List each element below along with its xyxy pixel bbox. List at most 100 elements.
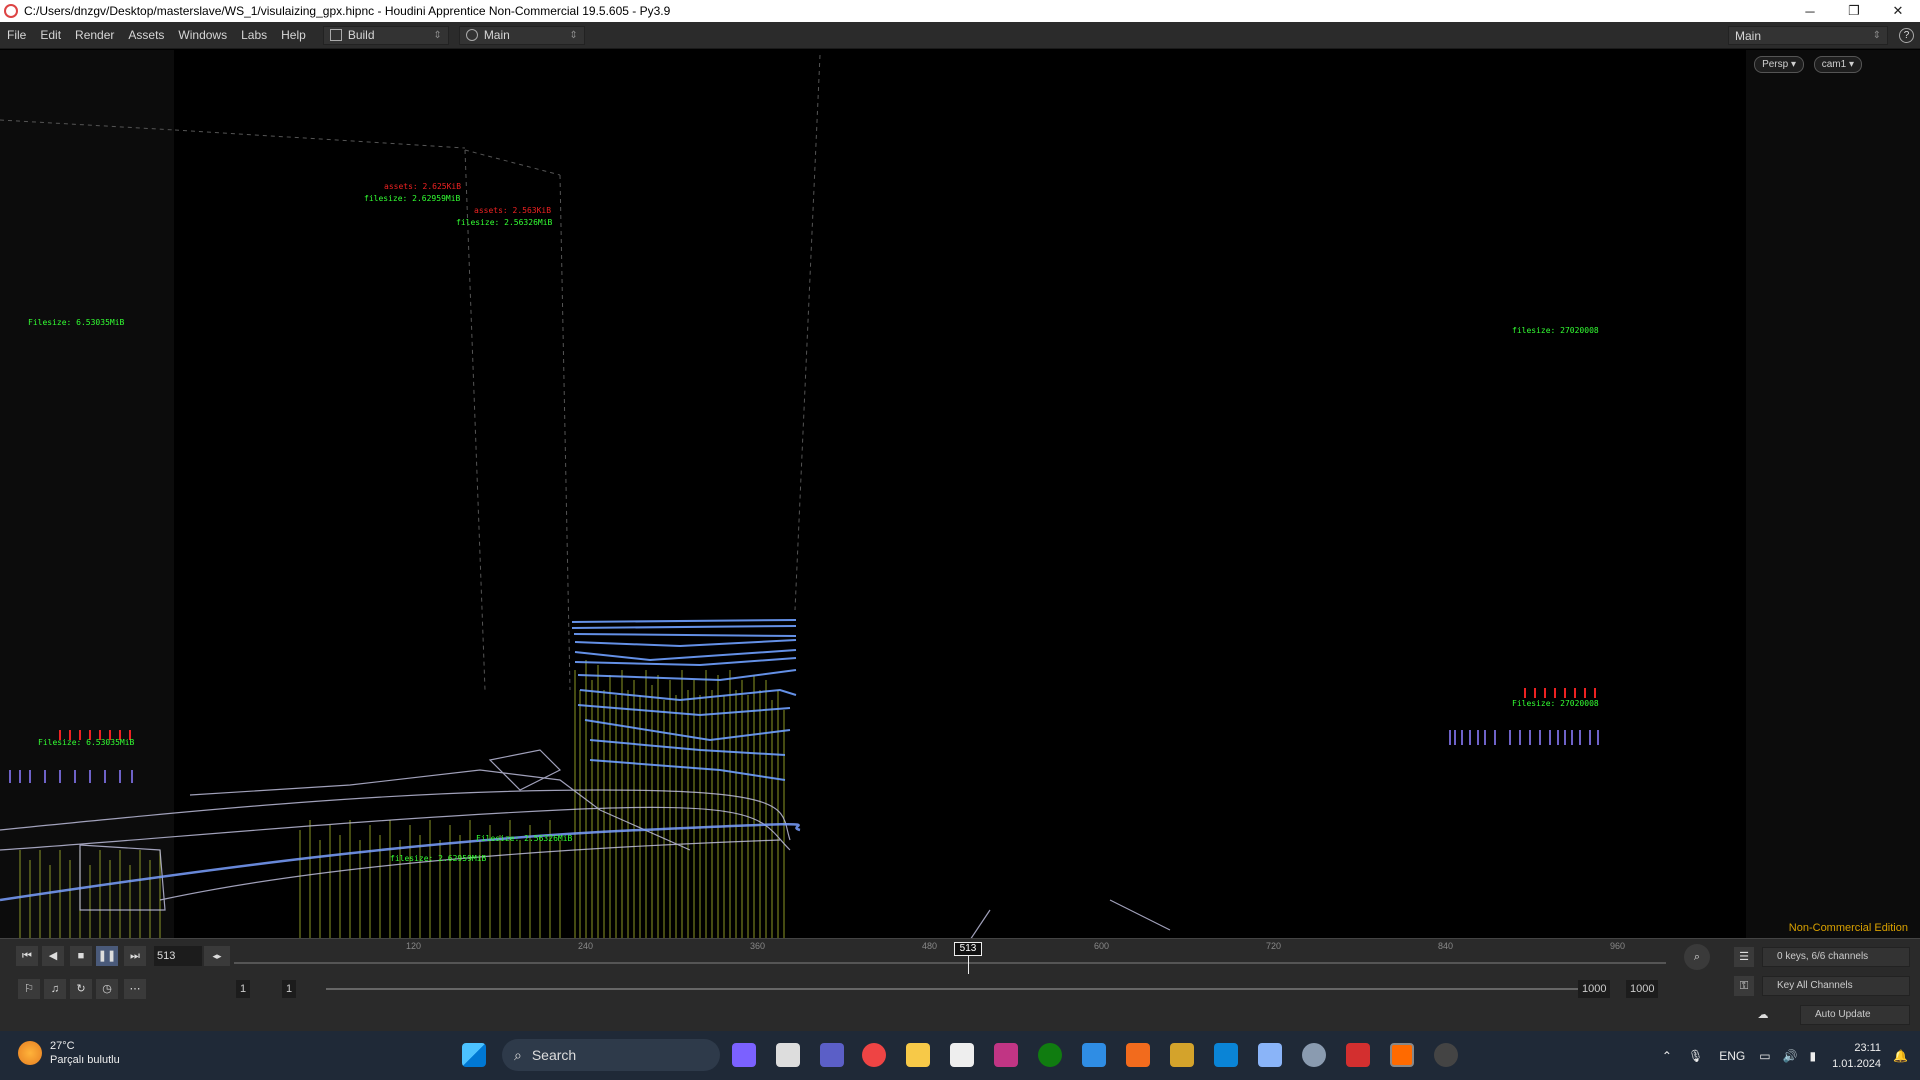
camera-cam1-menu[interactable]: cam1 ▾ (1813, 56, 1862, 73)
timeline-track (234, 962, 1666, 964)
timeline[interactable]: 120 240 360 480 600 720 840 960 513 (234, 939, 1666, 975)
menu-assets[interactable]: Assets (121, 28, 171, 42)
timeline-tick: 240 (578, 941, 594, 951)
notifications-icon[interactable]: 🔔 (1893, 1049, 1908, 1063)
timeline-tick: 480 (922, 941, 938, 951)
right-pane-selector-label: Main (1735, 28, 1762, 43)
window-titlebar: C:/Users/dnzgv/Desktop/masterslave/WS_1/… (0, 0, 1920, 22)
range-start-field[interactable]: 1 (236, 980, 251, 998)
overlay-label: assets: 2.625KiB (384, 182, 462, 191)
weather-description: Parçalı bulutlu (50, 1054, 120, 1066)
close-button[interactable]: ✕ (1876, 0, 1920, 22)
menu-edit[interactable]: Edit (33, 28, 68, 42)
current-frame-marker[interactable]: 513 (954, 942, 982, 956)
audio-icon[interactable]: ♫ (44, 979, 66, 999)
pause-button[interactable]: ❚❚ (96, 946, 118, 966)
menu-windows[interactable]: Windows (171, 28, 234, 42)
inkscape-icon[interactable] (950, 1043, 974, 1067)
task-view-icon[interactable] (776, 1043, 800, 1067)
houdini-taskbar-icon[interactable] (1390, 1043, 1414, 1067)
keys-channels-display[interactable]: 0 keys, 6/6 channels (1762, 947, 1910, 967)
range-end-field[interactable]: 1000 (1578, 980, 1611, 998)
frame-range-slider[interactable] (326, 988, 1578, 990)
channel-list-icon[interactable]: ☰ (1734, 947, 1754, 967)
timeline-tick: 840 (1438, 941, 1454, 951)
zoom-key-icon[interactable]: ⌕ (1684, 944, 1710, 970)
realtime-toggle-icon[interactable]: ⚐ (18, 979, 40, 999)
vscode-icon[interactable] (1214, 1043, 1238, 1067)
timeline-tick: 720 (1266, 941, 1282, 951)
main-menubar: File Edit Render Assets Windows Labs Hel… (0, 22, 1920, 49)
menu-labs[interactable]: Labs (234, 28, 274, 42)
playbar: ⏮ ◀ ■ ❚❚ ⏭ 513 ◂▸ 120 240 360 480 600 72… (0, 938, 1920, 1031)
language-indicator[interactable]: ENG (1719, 1049, 1745, 1063)
non-commercial-watermark: Non-Commercial Edition (1788, 922, 1908, 934)
sketch-icon[interactable] (1170, 1043, 1194, 1067)
jump-start-button[interactable]: ⏮ (16, 946, 38, 966)
key-all-channels-button[interactable]: Key All Channels (1762, 976, 1910, 996)
menu-file[interactable]: File (0, 28, 33, 42)
minimize-button[interactable]: ─ (1788, 0, 1832, 22)
step-frame-icon[interactable]: ◂▸ (204, 946, 230, 966)
restore-button[interactable]: ❐ (1832, 0, 1876, 22)
jump-end-button[interactable]: ⏭ (124, 946, 146, 966)
settings-icon[interactable] (1302, 1043, 1326, 1067)
taskbar-search-box[interactable]: ⌕ Search (502, 1039, 720, 1071)
current-frame-line (968, 956, 969, 974)
keyframe-step-icon[interactable]: ⋯ (124, 979, 146, 999)
clock-date: 1.01.2024 (1832, 1057, 1882, 1070)
timeline-tick: 600 (1094, 941, 1110, 951)
search-placeholder: Search (531, 1047, 577, 1063)
help-icon[interactable]: ? (1899, 28, 1914, 43)
photos-icon[interactable] (1258, 1043, 1282, 1067)
teams-icon[interactable] (820, 1043, 844, 1067)
camera-persp-menu[interactable]: Persp ▾ (1754, 56, 1804, 73)
desktop-selector[interactable]: Build ⇕ (322, 25, 449, 45)
range-end-field-2[interactable]: 1000 (1626, 980, 1659, 998)
file-explorer-icon[interactable] (906, 1043, 930, 1067)
windows-start-icon[interactable] (462, 1043, 486, 1067)
search-icon: ⌕ (514, 1046, 522, 1063)
widgets-icon[interactable] (732, 1043, 756, 1067)
pane-selector-label: Main (483, 28, 510, 42)
menu-render[interactable]: Render (68, 28, 121, 42)
weather-widget[interactable]: 27°C Parçalı bulutlu (18, 1039, 120, 1067)
auto-update-selector[interactable]: Auto Update (1800, 1005, 1910, 1025)
overlay-label: filesize: 2.62959MiB (390, 854, 487, 863)
chevron-updown-icon: ⇕ (569, 29, 578, 41)
key-icon[interactable]: ⚿ (1734, 976, 1754, 996)
timeline-tick: 360 (750, 941, 766, 951)
current-frame-field[interactable]: 513 (154, 946, 202, 966)
houdini-launcher-icon[interactable] (1126, 1043, 1150, 1067)
stop-button[interactable]: ■ (70, 946, 92, 966)
battery-icon[interactable]: ▮ (1810, 1049, 1817, 1063)
pane-selector[interactable]: Main ⇕ (458, 25, 585, 45)
cloud-icon: ☁ (1757, 1009, 1769, 1021)
chevron-up-icon[interactable]: ⌃ (1662, 1049, 1672, 1063)
menu-help[interactable]: Help (274, 28, 313, 42)
microphone-icon[interactable]: 🎙 (1688, 1049, 1703, 1063)
notepad-icon[interactable] (1082, 1043, 1106, 1067)
clock[interactable]: 23:11 1.01.2024 (1832, 1040, 1881, 1072)
acrobat-icon[interactable] (1346, 1043, 1370, 1067)
scene-viewport[interactable]: Persp ▾ cam1 ▾ assets: 2.625KiB filesize… (0, 50, 1920, 938)
chrome-icon[interactable] (862, 1043, 886, 1067)
weather-temperature: 27°C (50, 1040, 75, 1052)
overlay-label: Filesize: 27020008 (1512, 699, 1599, 708)
instagram-icon[interactable] (994, 1043, 1018, 1067)
play-reverse-button[interactable]: ◀ (42, 946, 64, 966)
scene-geometry (0, 54, 1599, 938)
system-tray: ⌃ 🎙 ENG ▭ 🔊 ▮ 23:11 1.01.2024 🔔 (1654, 1031, 1908, 1080)
clock-time: 23:11 (1854, 1041, 1882, 1054)
weather-sun-icon (18, 1041, 42, 1065)
clock-icon[interactable]: ◷ (96, 979, 118, 999)
range-start-field-2[interactable]: 1 (282, 980, 297, 998)
window-title: C:/Users/dnzgv/Desktop/masterslave/WS_1/… (24, 4, 671, 18)
houdini-app-icon (4, 4, 18, 18)
xbox-icon[interactable] (1038, 1043, 1062, 1067)
network-icon[interactable]: ▭ (1759, 1049, 1770, 1063)
right-pane-selector[interactable]: Main ⇕ (1728, 26, 1888, 45)
volume-icon[interactable]: 🔊 (1783, 1049, 1798, 1063)
loop-icon[interactable]: ↻ (70, 979, 92, 999)
blender-icon[interactable] (1434, 1043, 1458, 1067)
